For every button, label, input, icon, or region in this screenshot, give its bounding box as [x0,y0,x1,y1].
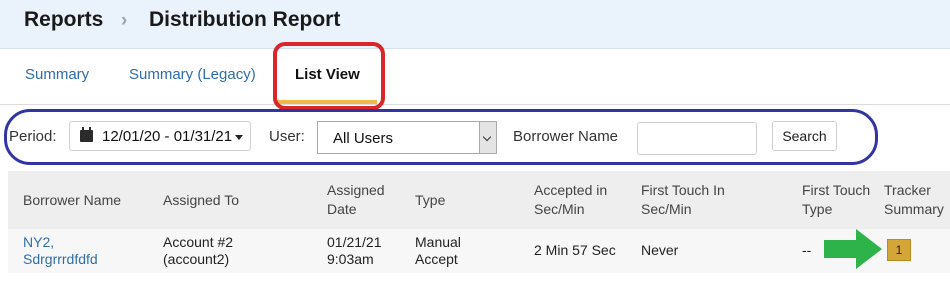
cell-accepted-in: 2 Min 57 Sec [534,242,616,258]
cell-text: Account #2 [163,234,234,250]
cell-text: Accept [415,251,458,267]
column-header-text: Borrower Name [23,192,122,208]
cell-text: NY2, [23,234,55,250]
column-header-text: Type [802,201,833,217]
tracker-summary-badge[interactable]: 1 [887,239,911,261]
page-header: Reports › Distribution Report [0,0,950,49]
cell-assigned-date: 01/21/21 9:03am [327,234,382,268]
cell-type: Manual Accept [415,234,461,268]
column-header-text: Assigned To [163,192,240,208]
borrower-name-link[interactable]: NY2, Sdrgrrrdfdfd [23,234,98,268]
cell-first-touch-in: Never [641,242,679,258]
cell-text: 9:03am [327,251,374,267]
breadcrumb-reports[interactable]: Reports [24,8,103,32]
column-header-text: Assigned [327,182,385,198]
column-header-text: Summary [884,201,944,217]
cell-text: (account2) [163,251,230,267]
column-header-tracker-summary[interactable]: Tracker Summary [884,181,944,219]
column-header-assigned-to[interactable]: Assigned To [163,191,239,210]
cell-assigned-to: Account #2 (account2) [163,234,233,268]
column-header-borrower-name[interactable]: Borrower Name [23,191,121,210]
table-header: Borrower Name Assigned To Assigned Date … [8,171,950,229]
column-header-text: Date [327,201,357,217]
column-header-text: First Touch [802,182,871,198]
column-header-text: Type [415,192,446,208]
tab-summary-legacy[interactable]: Summary (Legacy) [129,66,256,83]
cell-first-touch-type: -- [802,242,812,258]
page-title: Distribution Report [149,8,341,31]
column-header-first-touch-in[interactable]: First Touch In Sec/Min [641,181,725,219]
column-header-first-touch-type[interactable]: First Touch Type [802,181,870,219]
annotation-blue-highlight [4,109,878,165]
tabs-divider [0,104,950,105]
breadcrumb-separator-icon: › [121,10,128,31]
cell-text: 01/21/21 [327,234,382,250]
annotation-red-highlight [273,42,385,110]
column-header-accepted-in[interactable]: Accepted in Sec/Min [534,181,607,219]
cell-text: Manual [415,234,461,250]
column-header-assigned-date[interactable]: Assigned Date [327,181,385,219]
column-header-text: Sec/Min [534,201,585,217]
cell-text: Sdrgrrrdfdfd [23,251,98,267]
column-header-text: First Touch In [641,182,725,198]
annotation-green-arrow-icon [824,229,882,269]
table-row: NY2, Sdrgrrrdfdfd Account #2 (account2) … [8,229,950,273]
column-header-type[interactable]: Type [415,191,445,210]
column-header-text: Accepted in [534,182,608,198]
column-header-text: Sec/Min [641,201,692,217]
column-header-text: Tracker [884,182,931,198]
tab-summary[interactable]: Summary [25,66,89,83]
